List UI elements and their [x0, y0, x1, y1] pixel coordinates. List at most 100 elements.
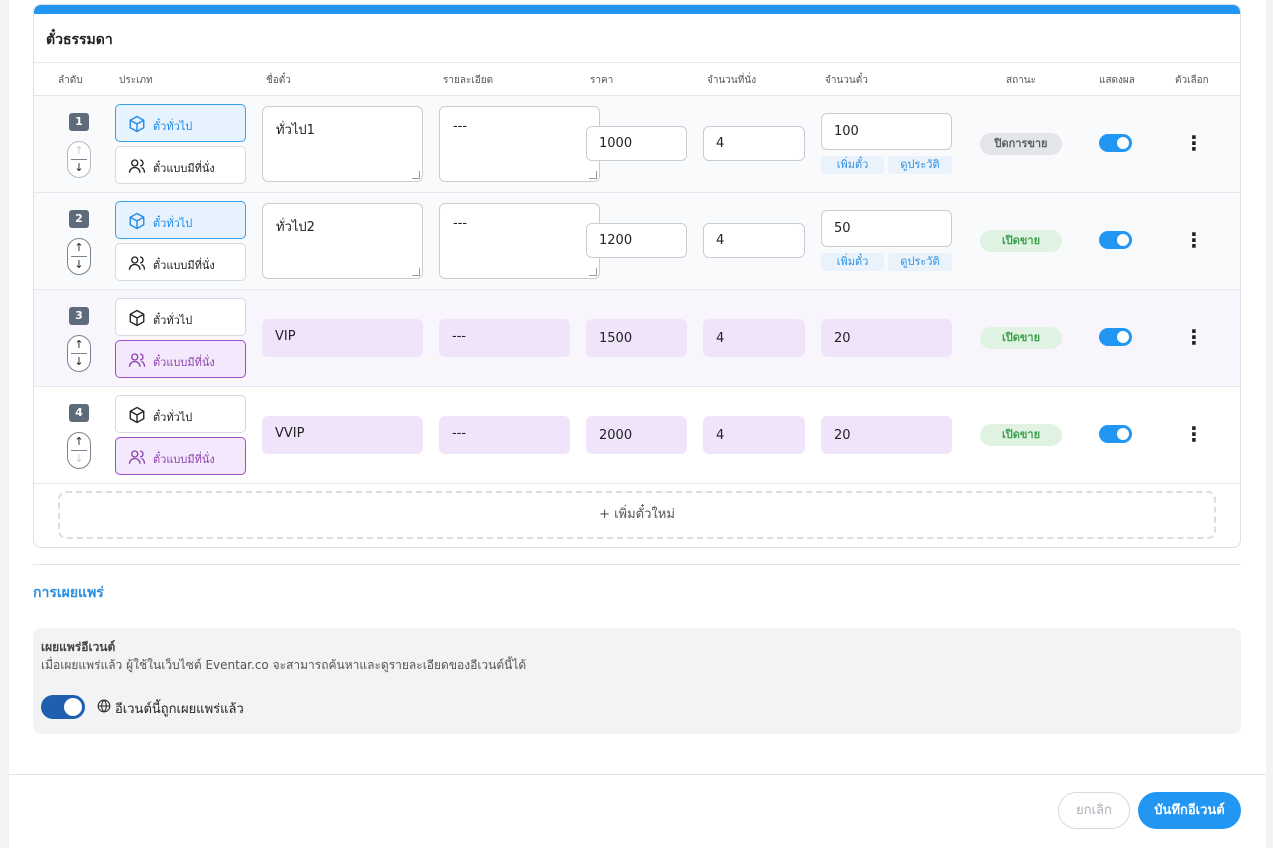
- ticket-name-input[interactable]: ทั่วไป1: [262, 106, 423, 182]
- publish-description: เมื่อเผยแพร่แล้ว ผู้ใช้ในเว็บไซต์ Eventa…: [41, 658, 527, 672]
- move-up-icon[interactable]: ↑: [68, 436, 90, 448]
- more-options-icon[interactable]: ⋮: [1184, 423, 1204, 445]
- col-price: ราคา: [590, 75, 614, 86]
- price-input[interactable]: 1000: [586, 126, 687, 161]
- col-visible: แสดงผล: [1099, 75, 1135, 86]
- publish-heading: เผยแพร่อีเวนต์: [41, 640, 116, 654]
- users-icon: [128, 353, 146, 367]
- view-history-button[interactable]: ดูประวัติ: [888, 253, 952, 271]
- move-down-icon[interactable]: ↓: [68, 453, 90, 465]
- col-order: ลำดับ: [58, 75, 83, 86]
- move-up-icon[interactable]: ↑: [68, 145, 90, 157]
- ticket-detail-input[interactable]: ---: [439, 319, 570, 357]
- resize-grip-icon[interactable]: [589, 171, 597, 179]
- publish-toggle[interactable]: [41, 695, 85, 719]
- visibility-toggle[interactable]: [1099, 134, 1132, 152]
- resize-grip-icon[interactable]: [412, 171, 420, 179]
- save-event-button[interactable]: บันทึกอีเวนต์: [1138, 792, 1241, 829]
- status-badge: เปิดขาย: [980, 424, 1062, 446]
- col-detail: รายละเอียด: [443, 75, 494, 86]
- row-index: 4: [69, 404, 89, 422]
- users-icon: [128, 450, 146, 464]
- visibility-toggle[interactable]: [1099, 231, 1132, 249]
- globe-icon: [97, 699, 111, 713]
- type-general-option[interactable]: ตั๋วทั่วไป: [115, 104, 246, 142]
- move-down-icon[interactable]: ↓: [68, 356, 90, 368]
- visibility-toggle[interactable]: [1099, 425, 1132, 443]
- move-down-icon[interactable]: ↓: [68, 162, 90, 174]
- table-row: 3 ↑ ↓ ตั๋วทั่วไป ตั๋วแบบมีที่นั่ง VIP ---…: [34, 290, 1240, 387]
- reorder-control[interactable]: ↑ ↓: [67, 335, 91, 372]
- users-icon: [128, 159, 146, 173]
- visibility-toggle[interactable]: [1099, 328, 1132, 346]
- seats-input[interactable]: 4: [703, 319, 805, 357]
- col-options: ตัวเลือก: [1175, 75, 1209, 86]
- status-badge: เปิดขาย: [980, 230, 1062, 252]
- more-options-icon[interactable]: ⋮: [1184, 229, 1204, 251]
- col-seats: จำนวนที่นั่ง: [707, 75, 757, 86]
- box-icon: [129, 212, 145, 230]
- type-general-option[interactable]: ตั๋วทั่วไป: [115, 395, 246, 433]
- users-icon: [128, 256, 146, 270]
- card-accent-bar: [34, 5, 1240, 14]
- status-badge: ปิดการขาย: [980, 133, 1062, 155]
- table-header: ลำดับ ประเภท ชื่อตั๋ว รายละเอียด ราคา จำ…: [34, 62, 1240, 96]
- seats-input[interactable]: 4: [703, 126, 805, 161]
- ticket-name-input[interactable]: ทั่วไป2: [262, 203, 423, 279]
- tickets-input[interactable]: 20: [821, 319, 952, 357]
- more-options-icon[interactable]: ⋮: [1184, 326, 1204, 348]
- publish-section-title: การเผยแพร่: [33, 585, 104, 601]
- seats-input[interactable]: 4: [703, 223, 805, 258]
- ticket-detail-input[interactable]: ---: [439, 416, 570, 454]
- publish-box: เผยแพร่อีเวนต์ เมื่อเผยแพร่แล้ว ผู้ใช้ใน…: [33, 628, 1241, 734]
- table-row: 2 ↑ ↓ ตั๋วทั่วไป ตั๋วแบบมีที่นั่ง ทั่วไป2…: [34, 193, 1240, 290]
- section-divider: [33, 564, 1241, 565]
- tickets-input[interactable]: 20: [821, 416, 952, 454]
- ticket-name-input[interactable]: VIP: [262, 319, 423, 357]
- resize-grip-icon[interactable]: [589, 268, 597, 276]
- cancel-button[interactable]: ยกเลิก: [1058, 792, 1130, 829]
- regular-tickets-card: ตั๋วธรรมดา ลำดับ ประเภท ชื่อตั๋ว รายละเอ…: [33, 4, 1241, 548]
- type-seated-option[interactable]: ตั๋วแบบมีที่นั่ง: [115, 243, 246, 281]
- col-name: ชื่อตั๋ว: [266, 75, 291, 86]
- tickets-input[interactable]: 50: [821, 210, 952, 247]
- table-row: 1 ↑ ↓ ตั๋วทั่วไป ตั๋วแบบมีที่นั่ง ทั่วไป1…: [34, 96, 1240, 193]
- tickets-input[interactable]: 100: [821, 113, 952, 150]
- add-ticket-quantity-button[interactable]: เพิ่มตั๋ว: [821, 156, 884, 174]
- seats-input[interactable]: 4: [703, 416, 805, 454]
- add-new-ticket-button[interactable]: + เพิ่มตั๋วใหม่: [58, 491, 1216, 539]
- type-general-option[interactable]: ตั๋วทั่วไป: [115, 201, 246, 239]
- event-editor-page: ตั๋วธรรมดา ลำดับ ประเภท ชื่อตั๋ว รายละเอ…: [9, 0, 1266, 848]
- row-index: 2: [69, 210, 89, 228]
- reorder-control[interactable]: ↑ ↓: [67, 238, 91, 275]
- col-type: ประเภท: [119, 75, 153, 86]
- add-ticket-quantity-button[interactable]: เพิ่มตั๋ว: [821, 253, 884, 271]
- ticket-detail-input[interactable]: ---: [439, 203, 600, 279]
- row-index: 3: [69, 307, 89, 325]
- move-down-icon[interactable]: ↓: [68, 259, 90, 271]
- section-title: ตั๋วธรรมดา: [46, 32, 113, 48]
- col-status: สถานะ: [1006, 75, 1036, 86]
- ticket-detail-input[interactable]: ---: [439, 106, 600, 182]
- type-seated-option[interactable]: ตั๋วแบบมีที่นั่ง: [115, 437, 246, 475]
- reorder-control[interactable]: ↑ ↓: [67, 141, 91, 178]
- price-input[interactable]: 1500: [586, 319, 687, 357]
- box-icon: [129, 115, 145, 133]
- move-up-icon[interactable]: ↑: [68, 339, 90, 351]
- move-up-icon[interactable]: ↑: [68, 242, 90, 254]
- price-input[interactable]: 1200: [586, 223, 687, 258]
- ticket-name-input[interactable]: VVIP: [262, 416, 423, 454]
- type-seated-option[interactable]: ตั๋วแบบมีที่นั่ง: [115, 146, 246, 184]
- resize-grip-icon[interactable]: [412, 268, 420, 276]
- publish-state-label: อีเวนต์นี้ถูกเผยแพร่แล้ว: [115, 702, 244, 717]
- price-input[interactable]: 2000: [586, 416, 687, 454]
- row-index: 1: [69, 113, 89, 131]
- status-badge: เปิดขาย: [980, 327, 1062, 349]
- type-seated-option[interactable]: ตั๋วแบบมีที่นั่ง: [115, 340, 246, 378]
- view-history-button[interactable]: ดูประวัติ: [888, 156, 952, 174]
- box-icon: [129, 406, 145, 424]
- more-options-icon[interactable]: ⋮: [1184, 132, 1204, 154]
- type-general-option[interactable]: ตั๋วทั่วไป: [115, 298, 246, 336]
- reorder-control[interactable]: ↑ ↓: [67, 432, 91, 469]
- col-tickets: จำนวนตั๋ว: [825, 75, 868, 86]
